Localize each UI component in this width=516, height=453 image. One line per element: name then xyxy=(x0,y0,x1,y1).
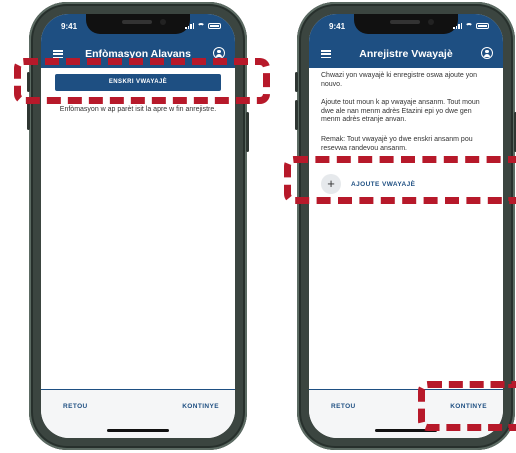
signal-icon xyxy=(453,22,462,29)
footer-bar: RETOU KONTINYE xyxy=(41,389,235,438)
volume-button xyxy=(295,100,298,130)
continue-button[interactable]: KONTINYE xyxy=(182,403,219,410)
page-title: Anrejistre Vwayajè xyxy=(359,48,453,60)
highlight-register-button xyxy=(14,58,270,104)
volume-button xyxy=(295,72,298,92)
info-text: Enfòmasyon w ap parèt isit la apre w fin… xyxy=(59,106,217,113)
notch xyxy=(354,14,458,34)
power-button xyxy=(246,112,249,152)
highlight-continue-button xyxy=(418,381,516,431)
screen-register-traveler: 9:41 Anrejistre Vwayajè Chwazi yon vwaya… xyxy=(309,14,503,438)
status-time: 9:41 xyxy=(329,22,346,31)
system-icons xyxy=(453,22,489,29)
notch xyxy=(86,14,190,34)
signal-icon xyxy=(185,22,194,29)
volume-button xyxy=(27,100,30,130)
wifi-icon xyxy=(465,22,473,29)
status-bar: 9:41 xyxy=(41,14,235,42)
wifi-icon xyxy=(197,22,205,29)
status-bar: 9:41 xyxy=(309,14,503,42)
back-button[interactable]: RETOU xyxy=(331,403,356,410)
system-icons xyxy=(185,22,221,29)
back-button[interactable]: RETOU xyxy=(63,403,88,410)
instruction-text: Ajoute tout moun k ap vwayaje ansanm. To… xyxy=(321,99,480,123)
app-bar: Anrejistre Vwayajè xyxy=(309,42,503,68)
home-indicator xyxy=(107,429,169,432)
highlight-add-traveler xyxy=(284,156,516,204)
instruction-text: Chwazi yon vwayajè ki enregistre oswa aj… xyxy=(321,72,478,88)
battery-icon xyxy=(476,22,489,29)
profile-icon[interactable] xyxy=(481,47,493,59)
battery-icon xyxy=(208,22,221,29)
note-text: Remak: Tout vwayajè yo dwe enskri ansanm… xyxy=(321,136,473,152)
status-time: 9:41 xyxy=(61,22,78,31)
